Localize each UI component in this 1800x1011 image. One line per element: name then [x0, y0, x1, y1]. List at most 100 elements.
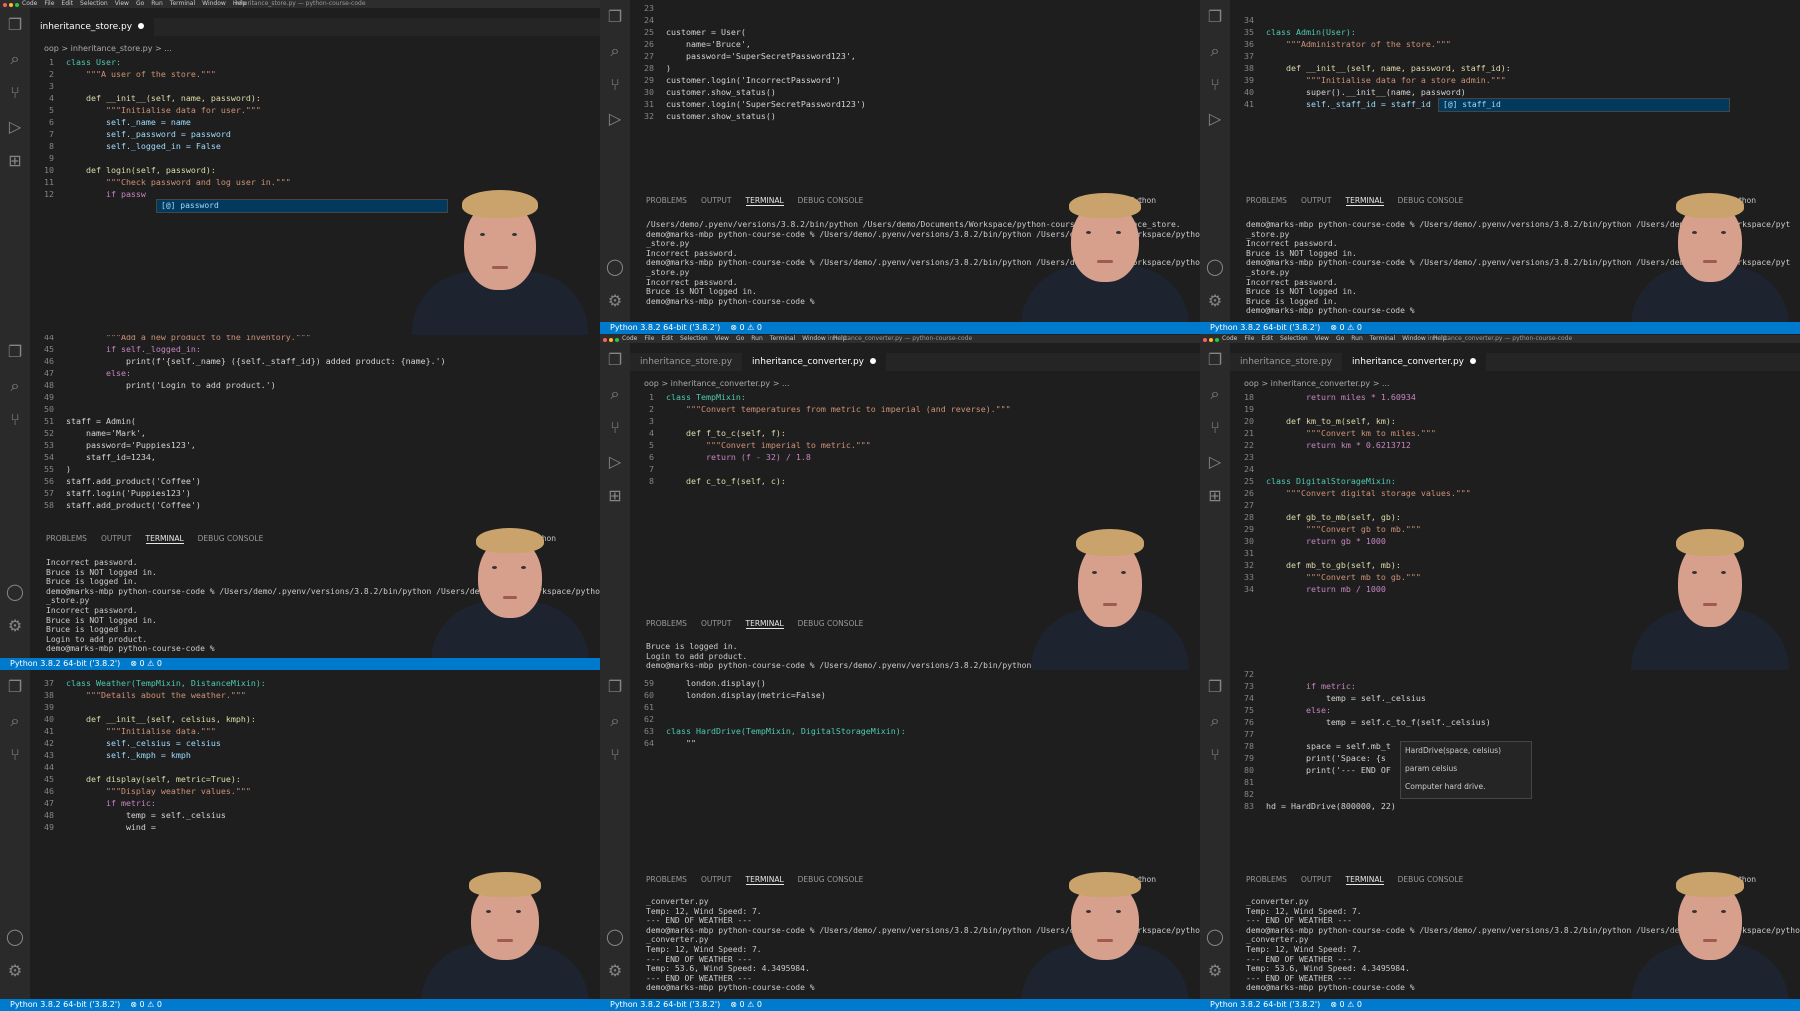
files-icon[interactable]: ❐ — [1200, 0, 1230, 34]
extensions-icon[interactable]: ⊞ — [1200, 479, 1230, 513]
code-text[interactable]: "" — [666, 738, 696, 748]
python-interpreter-status[interactable]: Python 3.8.2 64-bit ('3.8.2') — [1210, 1000, 1320, 1009]
code-text[interactable]: print(f'{self._name} ({self._staff_id}) … — [66, 356, 446, 366]
files-icon[interactable]: ❐ — [600, 343, 630, 377]
menu-item[interactable]: Run — [1351, 335, 1363, 342]
run-debug-icon[interactable]: ▷ — [1200, 102, 1230, 136]
menu-item[interactable]: View — [115, 0, 129, 7]
menu-item[interactable]: Terminal — [1370, 335, 1395, 342]
menu-item[interactable]: Terminal — [770, 335, 795, 342]
account-icon[interactable]: ◯ — [1200, 250, 1230, 284]
code-text[interactable]: def __init__(self, name, password): — [66, 93, 261, 103]
code-editor[interactable]: 23 24 25 customer = User(26 name='Bruce', 27… — [630, 2, 866, 122]
menu-item[interactable]: File — [44, 0, 54, 7]
panel-tab-problems[interactable]: PROBLEMS — [46, 534, 87, 543]
panel-tab-output[interactable]: OUTPUT — [1301, 875, 1332, 884]
python-interpreter-status[interactable]: Python 3.8.2 64-bit ('3.8.2') — [10, 659, 120, 668]
code-text[interactable]: class Weather(TempMixin, DistanceMixin): — [66, 678, 266, 688]
files-icon[interactable]: ❐ — [1200, 343, 1230, 377]
run-debug-icon[interactable]: ▷ — [1200, 445, 1230, 479]
code-text[interactable]: def __init__(self, name, password, staff… — [1266, 63, 1511, 73]
code-text[interactable]: staff.add_product('Coffee') — [66, 500, 201, 510]
tab-inheritance-converter[interactable]: inheritance_converter.py — [1342, 353, 1486, 371]
problems-status[interactable]: ⊗ 0 ⚠ 0 — [130, 1000, 162, 1009]
code-text[interactable]: password='SuperSecretPassword123', — [666, 51, 856, 61]
code-text[interactable]: temp = self._celsius — [1266, 693, 1426, 703]
code-text[interactable]: self._password = password — [66, 129, 231, 139]
code-text[interactable]: return mb / 1000 — [1266, 584, 1386, 594]
search-icon[interactable]: ⌕ — [600, 377, 630, 411]
menu-item[interactable]: Code — [1222, 335, 1237, 342]
source-control-icon[interactable]: ⑂ — [0, 76, 30, 110]
code-text[interactable]: temp = self.c_to_f(self._celsius) — [1266, 717, 1491, 727]
code-text[interactable]: def km_to_m(self, km): — [1266, 416, 1396, 426]
code-editor[interactable]: 59 london.display() 60 london.display(met… — [630, 677, 906, 749]
breadcrumb[interactable]: oop > inheritance_store.py > ... — [44, 43, 172, 55]
code-text[interactable]: return gb * 1000 — [1266, 536, 1386, 546]
code-text[interactable]: """Check password and log user in.""" — [66, 177, 291, 187]
source-control-icon[interactable]: ⑂ — [600, 738, 630, 772]
search-icon[interactable]: ⌕ — [600, 704, 630, 738]
problems-status[interactable]: ⊗ 0 ⚠ 0 — [1330, 1000, 1362, 1009]
source-control-icon[interactable]: ⑂ — [0, 738, 30, 772]
code-text[interactable]: staff_id=1234, — [66, 452, 156, 462]
code-text[interactable]: def f_to_c(self, f): — [666, 428, 786, 438]
code-text[interactable]: self._kmph = kmph — [66, 750, 191, 760]
menu-item[interactable]: Edit — [661, 335, 673, 342]
gear-icon[interactable]: ⚙ — [0, 954, 30, 988]
code-text[interactable]: def mb_to_gb(self, mb): — [1266, 560, 1401, 570]
code-editor[interactable]: 1 class User: 2 """A user of the store."""… — [30, 56, 291, 200]
files-icon[interactable]: ❐ — [0, 670, 30, 704]
code-text[interactable]: return (f - 32) / 1.8 — [666, 452, 811, 462]
code-text[interactable]: print('--- END OF — [1266, 765, 1391, 775]
code-text[interactable]: """Details about the weather.""" — [66, 690, 246, 700]
run-debug-icon[interactable]: ▷ — [0, 110, 30, 144]
panel-tab-problems[interactable]: PROBLEMS — [646, 875, 687, 884]
code-text[interactable]: else: — [66, 368, 131, 378]
menu-item[interactable]: Selection — [680, 335, 708, 342]
code-text[interactable]: london.display(metric=False) — [666, 690, 826, 700]
code-editor[interactable]: 34 35 class Admin(User): 36 """Administrato… — [1230, 14, 1511, 110]
menu-item[interactable]: Code — [22, 0, 37, 7]
code-text[interactable]: customer = User( — [666, 27, 746, 37]
autocomplete-popup[interactable]: [@] staff_id — [1438, 98, 1730, 112]
code-text[interactable]: staff.login('Puppies123') — [66, 488, 191, 498]
code-text[interactable]: else: — [1266, 705, 1331, 715]
code-text[interactable]: name='Bruce', — [666, 39, 751, 49]
panel-tab-terminal[interactable]: TERMINAL — [1345, 875, 1384, 885]
extensions-icon[interactable]: ⊞ — [600, 479, 630, 513]
code-text[interactable]: """Initialise data for user.""" — [66, 105, 261, 115]
code-text[interactable]: class User: — [66, 57, 121, 67]
python-interpreter-status[interactable]: Python 3.8.2 64-bit ('3.8.2') — [610, 1000, 720, 1009]
menu-item[interactable]: Selection — [1280, 335, 1308, 342]
code-text[interactable]: """Convert imperial to metric.""" — [666, 440, 871, 450]
search-icon[interactable]: ⌕ — [1200, 34, 1230, 68]
tab-inheritance-converter[interactable]: inheritance_converter.py — [742, 353, 886, 371]
code-text[interactable]: """Display weather values.""" — [66, 786, 251, 796]
code-text[interactable]: if metric: — [66, 798, 156, 808]
menu-item[interactable]: Go — [736, 335, 744, 342]
search-icon[interactable]: ⌕ — [1200, 704, 1230, 738]
code-text[interactable]: customer.login('SuperSecretPassword123') — [666, 99, 866, 109]
panel-tab-debug-console[interactable]: DEBUG CONSOLE — [1398, 196, 1464, 205]
account-icon[interactable]: ◯ — [600, 250, 630, 284]
code-text[interactable]: super().__init__(name, password) — [1266, 87, 1466, 97]
window-control-dot[interactable] — [1203, 338, 1207, 342]
code-text[interactable]: """Initialise data.""" — [66, 726, 216, 736]
panel-tab-problems[interactable]: PROBLEMS — [646, 196, 687, 205]
panel-tab-output[interactable]: OUTPUT — [701, 619, 732, 628]
code-text[interactable]: customer.show_status() — [666, 111, 776, 121]
menu-item[interactable]: Go — [136, 0, 144, 7]
code-text[interactable]: def display(self, metric=True): — [66, 774, 241, 784]
code-text[interactable]: """Convert digital storage values.""" — [1266, 488, 1471, 498]
breadcrumb[interactable]: oop > inheritance_converter.py > ... — [644, 378, 790, 390]
code-text[interactable]: staff.add_product('Coffee') — [66, 476, 201, 486]
code-text[interactable]: password='Puppies123', — [66, 440, 196, 450]
panel-tab-debug-console[interactable]: DEBUG CONSOLE — [1398, 875, 1464, 884]
account-icon[interactable]: ◯ — [1200, 920, 1230, 954]
panel-tab-problems[interactable]: PROBLEMS — [1246, 196, 1287, 205]
panel-tab-terminal[interactable]: TERMINAL — [745, 196, 784, 206]
menu-item[interactable]: Terminal — [170, 0, 195, 7]
panel-tab-problems[interactable]: PROBLEMS — [646, 619, 687, 628]
panel-tab-problems[interactable]: PROBLEMS — [1246, 875, 1287, 884]
